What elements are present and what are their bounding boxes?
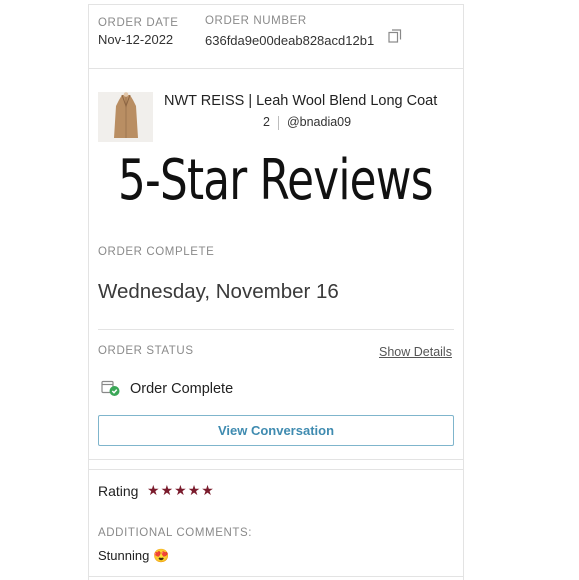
- five-star-reviews-banner: 5-Star Reviews: [118, 148, 433, 213]
- section-divider-3: [88, 459, 464, 460]
- view-conversation-button[interactable]: View Conversation: [98, 415, 454, 446]
- copy-icon[interactable]: [388, 29, 402, 48]
- product-thumbnail[interactable]: [98, 92, 153, 142]
- order-status-label: ORDER STATUS: [98, 345, 194, 357]
- completion-date: Wednesday, November 16: [98, 280, 339, 303]
- order-complete-label: ORDER COMPLETE: [98, 246, 215, 258]
- meta-separator: [277, 115, 279, 130]
- star-icon: ★: [147, 482, 160, 498]
- rating-label: Rating: [98, 483, 139, 499]
- order-date-label: ORDER DATE: [98, 17, 179, 29]
- section-divider-1: [88, 68, 464, 69]
- calendar-check-icon: [101, 380, 120, 396]
- order-status-text: Order Complete: [130, 381, 234, 397]
- section-divider-2: [98, 329, 454, 330]
- panel-left-border: [88, 4, 89, 580]
- star-icon: ★: [174, 482, 187, 498]
- star-icon: ★: [160, 482, 174, 498]
- show-details-link[interactable]: Show Details: [379, 345, 452, 359]
- order-number-label: ORDER NUMBER: [205, 15, 307, 27]
- comment-text: Stunning: [98, 548, 150, 563]
- item-size: 2: [263, 115, 270, 129]
- panel-right-border: [463, 4, 464, 580]
- copy-icon-svg: [388, 29, 402, 43]
- item-meta: 2 @bnadia09: [263, 115, 351, 130]
- heart-eyes-emoji-icon: 😍: [152, 548, 170, 563]
- coat-image: [113, 92, 138, 138]
- review-comment: Stunning 😍: [98, 548, 169, 564]
- top-divider: [88, 4, 464, 5]
- bottom-divider: [88, 576, 464, 577]
- star-icon: ★: [187, 482, 201, 498]
- seller-username[interactable]: @bnadia09: [287, 115, 351, 129]
- item-title[interactable]: NWT REISS | Leah Wool Blend Long Coat: [164, 93, 437, 109]
- rating-stars: ★★★★★: [147, 482, 215, 500]
- order-number-value: 636fda9e00deab828acd12b1: [205, 33, 375, 48]
- order-complete-icon: [101, 379, 121, 402]
- additional-comments-label: ADDITIONAL COMMENTS:: [98, 527, 253, 539]
- section-divider-4: [88, 469, 464, 470]
- star-icon: ★: [201, 482, 214, 498]
- order-date-value: Nov-12-2022: [98, 32, 174, 47]
